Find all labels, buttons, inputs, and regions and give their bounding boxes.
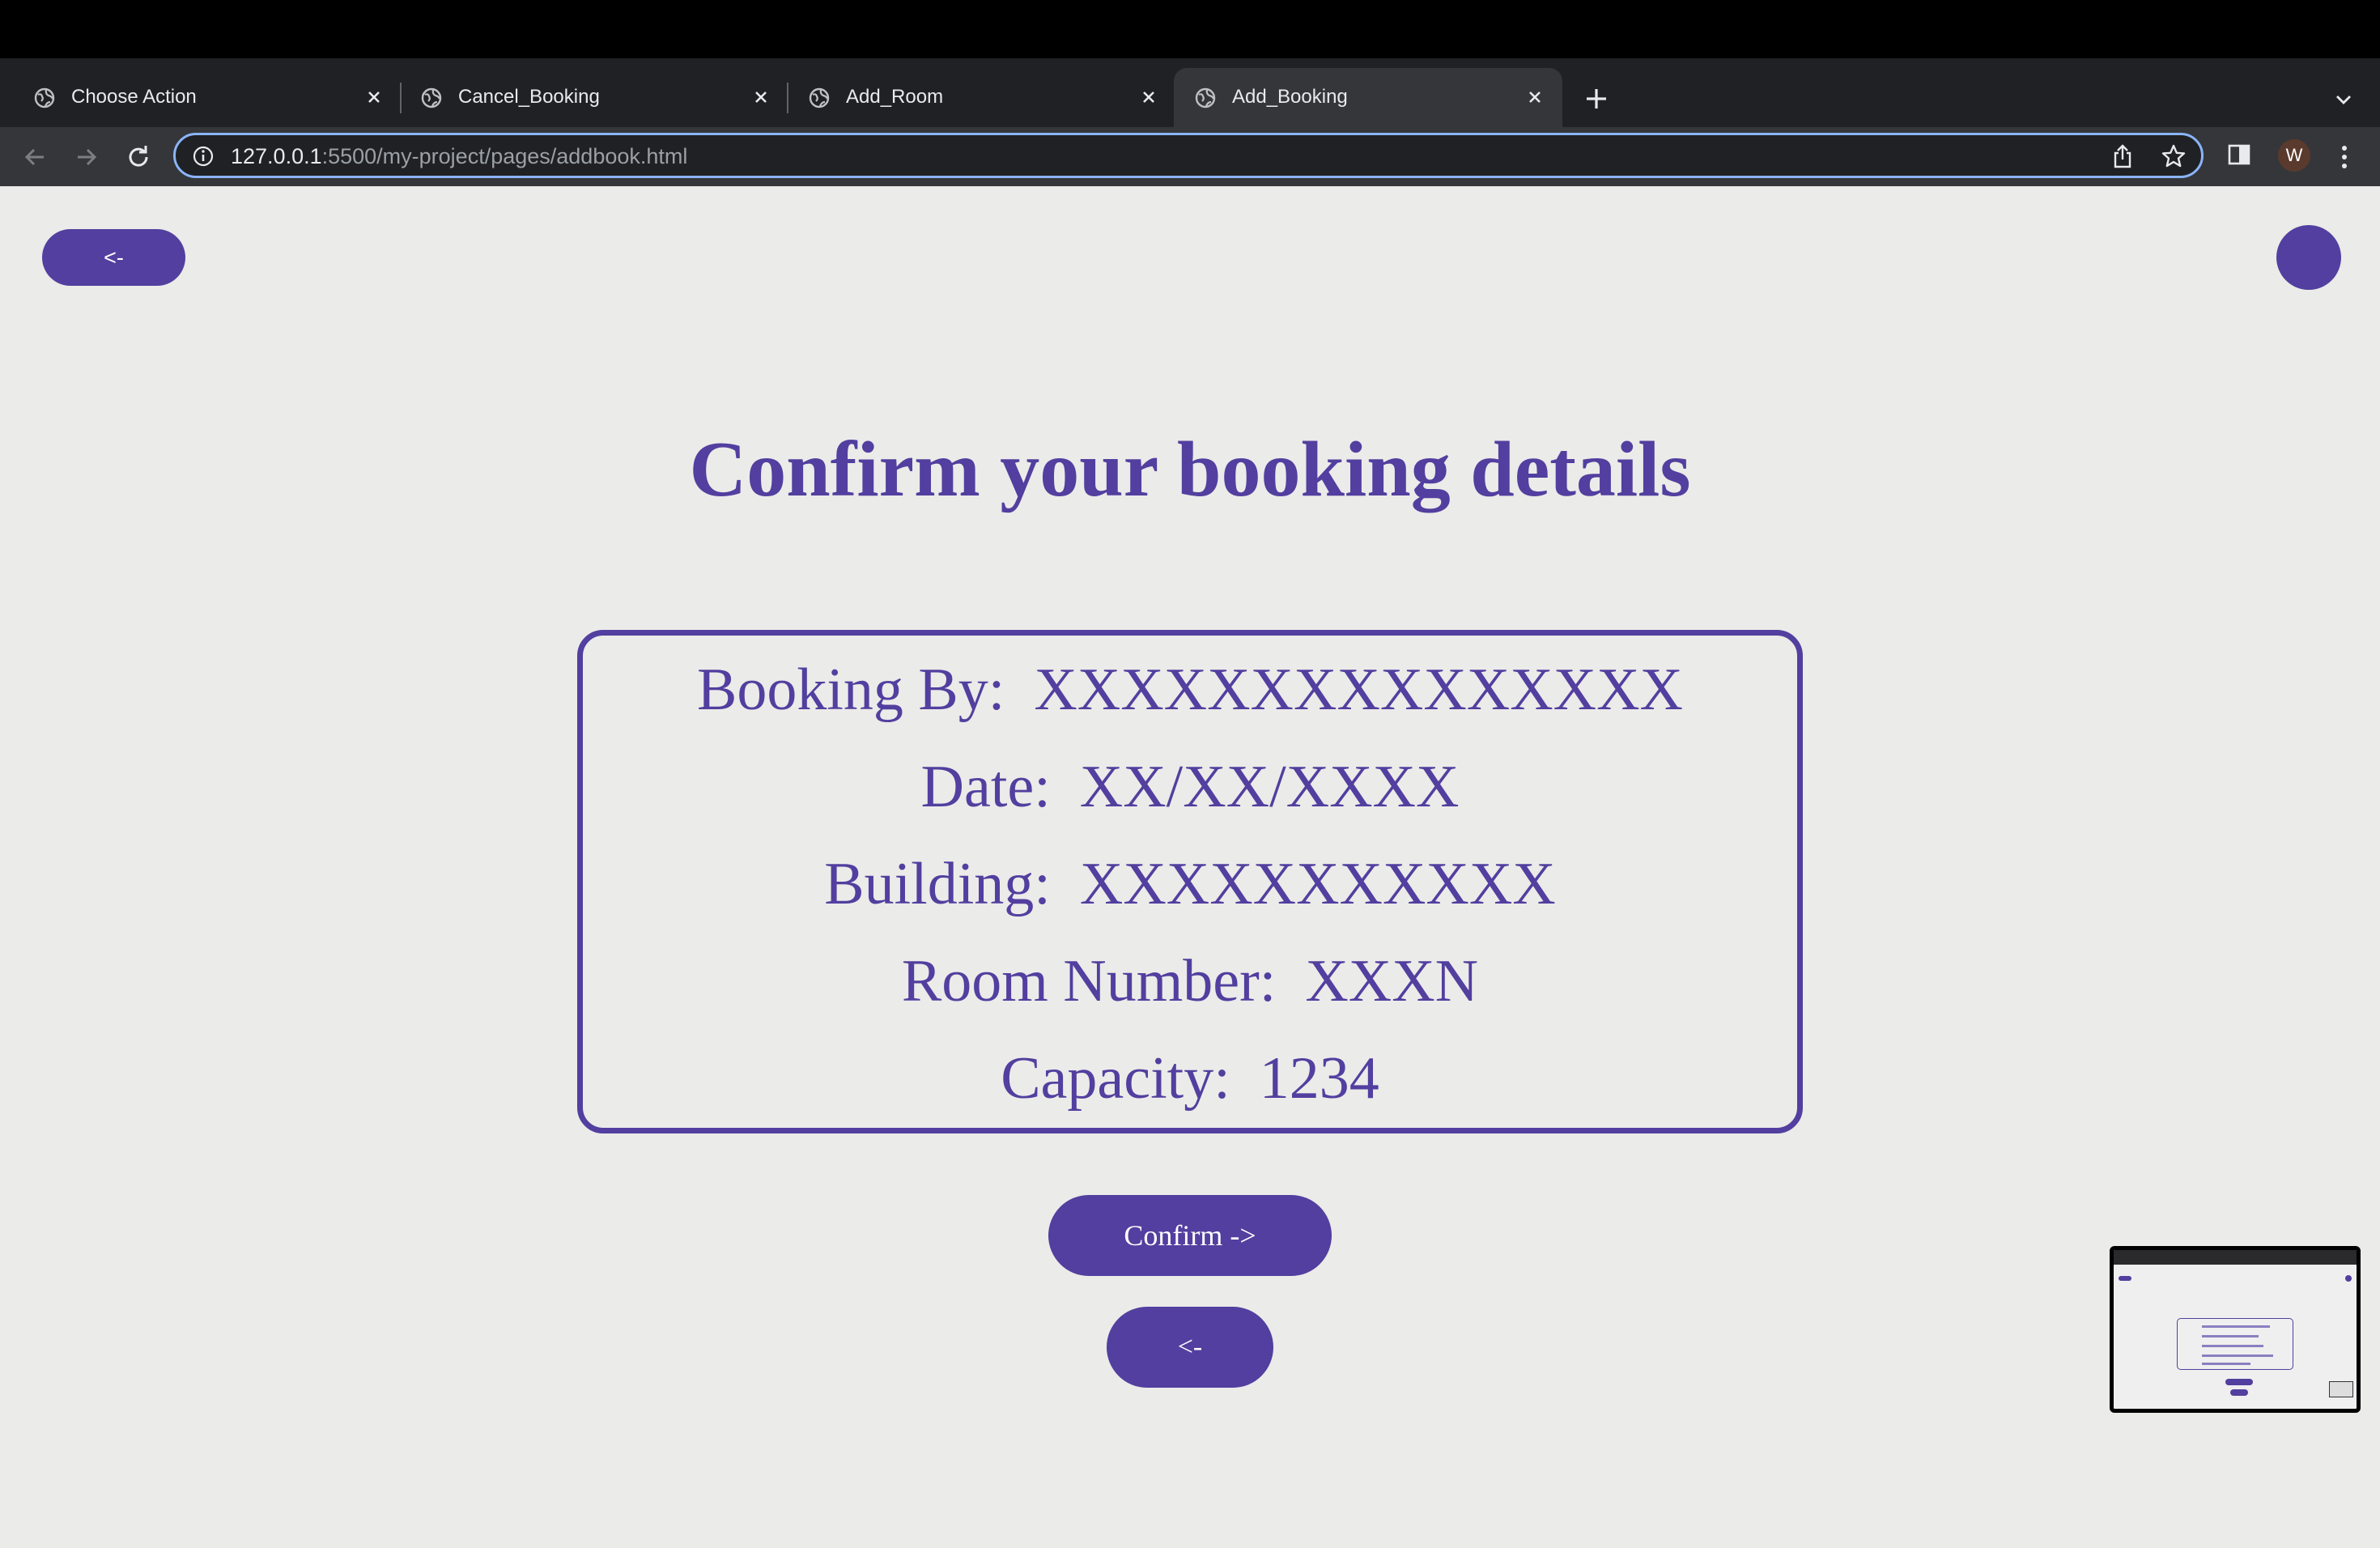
tab-add-room[interactable]: Add_Room xyxy=(775,68,1175,127)
thumbnail-button xyxy=(2225,1379,2253,1385)
kebab-menu-icon[interactable] xyxy=(2333,142,2356,172)
star-icon[interactable] xyxy=(2161,143,2187,169)
close-icon[interactable] xyxy=(1524,86,1546,108)
url-text: 127.0.0.1:5500/my-project/pages/addbook.… xyxy=(231,143,687,169)
chevron-down-icon[interactable] xyxy=(2331,87,2356,112)
tab-cancel-booking[interactable]: Cancel_Booking xyxy=(387,68,788,127)
globe-icon xyxy=(1195,87,1216,108)
tab-label: Add_Booking xyxy=(1232,86,1348,108)
detail-label: Date: xyxy=(920,754,1051,820)
globe-icon xyxy=(421,87,442,108)
info-icon[interactable] xyxy=(192,145,215,168)
detail-value: XXXXXXXXXXXXXXX xyxy=(1034,657,1683,723)
detail-value: XXXXXXXXXXX xyxy=(1079,851,1556,917)
page-viewport: <- Confirm your booking details Booking … xyxy=(0,186,2380,1548)
address-bar[interactable]: 127.0.0.1:5500/my-project/pages/addbook.… xyxy=(173,133,2204,178)
url-host: 127.0.0.1 xyxy=(231,144,322,168)
tab-strip: Choose Action Cancel_Booking Add_Room Ad… xyxy=(0,58,2380,127)
confirm-button[interactable]: Confirm -> xyxy=(1048,1195,1332,1276)
url-path: :5500/my-project/pages/addbook.html xyxy=(321,144,688,168)
thumbnail-form-line xyxy=(2202,1325,2270,1328)
arrow-right-icon[interactable] xyxy=(71,142,102,172)
detail-value: XXXN xyxy=(1305,948,1479,1014)
thumbnail-back-button xyxy=(2119,1276,2131,1281)
detail-row-building: Building: XXXXXXXXXXX xyxy=(583,848,1797,921)
globe-icon xyxy=(34,87,55,108)
globe-icon xyxy=(809,87,830,108)
plus-icon[interactable] xyxy=(1582,84,1611,113)
tab-add-booking[interactable]: Add_Booking xyxy=(1174,68,1562,127)
thumbnail-form xyxy=(2177,1318,2293,1370)
detail-value: 1234 xyxy=(1259,1045,1379,1112)
tab-label: Add_Room xyxy=(846,86,944,108)
share-icon[interactable] xyxy=(2110,143,2135,169)
close-icon[interactable] xyxy=(1137,86,1160,108)
detail-value: XX/XX/XXXX xyxy=(1079,754,1460,820)
thumbnail-avatar xyxy=(2345,1275,2352,1282)
browser-toolbar: 127.0.0.1:5500/my-project/pages/addbook.… xyxy=(0,127,2380,186)
side-panel-icon[interactable] xyxy=(2226,142,2252,168)
tab-label: Cancel_Booking xyxy=(458,86,600,108)
user-avatar[interactable] xyxy=(2276,225,2341,290)
thumbnail-form-line xyxy=(2202,1363,2250,1365)
arrow-left-icon[interactable] xyxy=(19,142,50,172)
system-menu-bar xyxy=(0,0,2380,58)
thumbnail-form-line xyxy=(2202,1354,2273,1357)
thumbnail-form-line xyxy=(2202,1335,2259,1337)
booking-details-box: Booking By: XXXXXXXXXXXXXXX Date: XX/XX/XX… xyxy=(577,630,1803,1133)
close-icon[interactable] xyxy=(750,86,772,108)
thumbnail-browser-bar xyxy=(2114,1250,2357,1265)
back-button-top[interactable]: <- xyxy=(42,229,185,286)
detail-row-room-number: Room Number: XXXN xyxy=(583,945,1797,1018)
tab-label: Choose Action xyxy=(71,86,197,108)
thumbnail-button xyxy=(2230,1389,2248,1396)
detail-label: Room Number: xyxy=(901,948,1277,1014)
page-title: Confirm your booking details xyxy=(689,426,1691,513)
tab-choose-action[interactable]: Choose Action xyxy=(0,68,401,127)
detail-label: Capacity: xyxy=(1001,1045,1230,1112)
thumbnail-mini-preview xyxy=(2329,1381,2353,1397)
back-button-bottom[interactable]: <- xyxy=(1107,1307,1273,1388)
detail-row-date: Date: XX/XX/XXXX xyxy=(583,751,1797,823)
thumbnail-form-line xyxy=(2202,1345,2263,1347)
screen-recording-thumbnail[interactable] xyxy=(2110,1246,2361,1413)
detail-label: Booking By: xyxy=(697,657,1005,723)
detail-label: Building: xyxy=(824,851,1051,917)
reload-icon[interactable] xyxy=(123,142,154,172)
detail-row-booking-by: Booking By: XXXXXXXXXXXXXXX xyxy=(583,653,1797,726)
profile-avatar[interactable]: W xyxy=(2278,139,2310,172)
close-icon[interactable] xyxy=(363,86,385,108)
detail-row-capacity: Capacity: 1234 xyxy=(583,1042,1797,1115)
